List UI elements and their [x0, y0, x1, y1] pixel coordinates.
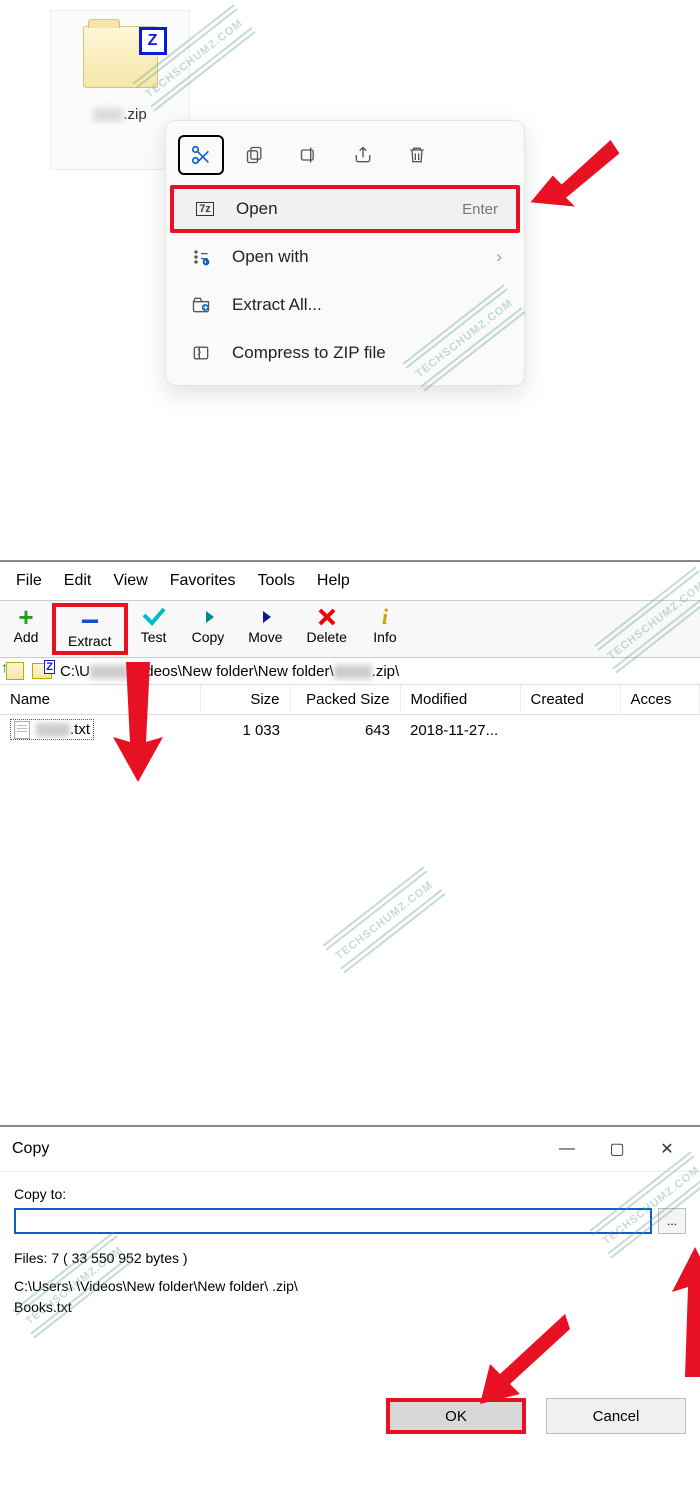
destination-input[interactable]: [14, 1208, 652, 1234]
menu-file[interactable]: File: [6, 568, 52, 594]
annotation-arrow-4: [480, 1314, 570, 1404]
copy-to-label: Copy to:: [14, 1186, 686, 1202]
col-modified[interactable]: Modified: [400, 685, 520, 715]
menu-extract-all[interactable]: Extract All...: [166, 281, 524, 329]
trash-icon: [407, 145, 427, 165]
annotation-arrow-2: [108, 662, 168, 782]
annotation-arrow-3: [670, 1247, 700, 1377]
menu-open-shortcut: Enter: [462, 201, 498, 218]
scissors-icon: [190, 144, 212, 166]
plus-icon: +: [12, 605, 40, 629]
file-area-empty: [0, 745, 700, 1125]
rename-button[interactable]: [286, 135, 332, 175]
files-summary: Files: 7 ( 33 550 952 bytes ): [14, 1250, 686, 1266]
share-button[interactable]: [340, 135, 386, 175]
col-access[interactable]: Acces: [620, 685, 700, 715]
menu-open-with-label: Open with: [232, 247, 309, 267]
cut-button[interactable]: [178, 135, 224, 175]
col-size[interactable]: Size: [200, 685, 290, 715]
minimize-button[interactable]: —: [546, 1135, 588, 1163]
address-bar: C:\U\Videos\New folder\New folder\.zip\: [0, 658, 700, 685]
col-created[interactable]: Created: [520, 685, 620, 715]
extract-icon: [188, 295, 214, 315]
menu-open[interactable]: 7z Open Enter: [170, 185, 520, 233]
folder-up-icon[interactable]: [6, 662, 24, 680]
chevron-right-icon: ›: [496, 247, 502, 267]
maximize-button[interactable]: ▢: [596, 1135, 638, 1163]
delete-button[interactable]: [394, 135, 440, 175]
zip-folder-icon: Z: [83, 26, 158, 88]
menu-help[interactable]: Help: [307, 568, 360, 594]
menu-compress-label: Compress to ZIP file: [232, 343, 386, 363]
dialog-titlebar: Copy — ▢ ✕: [0, 1127, 700, 1172]
toolbar-extract[interactable]: −Extract: [52, 603, 128, 655]
rename-icon: [299, 145, 319, 165]
toolbar-copy[interactable]: Copy: [180, 603, 237, 655]
toolbar-move[interactable]: Move: [236, 603, 294, 655]
annotation-arrow-1: [530, 140, 620, 220]
browse-button[interactable]: ...: [658, 1208, 686, 1234]
col-packed[interactable]: Packed Size: [290, 685, 400, 715]
copy-dialog: Copy — ▢ ✕ Copy to: ... Files: 7 ( 33 55…: [0, 1125, 700, 1454]
blurred-name: [93, 108, 123, 122]
file-path-list: C:\Users\ \Videos\New folder\New folder\…: [14, 1276, 686, 1318]
dialog-title: Copy: [12, 1140, 49, 1158]
file-name-label: .zip: [93, 106, 146, 123]
7zip-window: File Edit View Favorites Tools Help +Add…: [0, 560, 700, 1125]
compress-icon: [188, 343, 214, 363]
toolbar: +Add −Extract Test Copy Move Delete iInf…: [0, 600, 700, 658]
minus-icon: −: [76, 609, 104, 633]
share-icon: [353, 145, 373, 165]
menu-extract-label: Extract All...: [232, 295, 322, 315]
table-row[interactable]: .txt 1 033 643 2018-11-27...: [0, 715, 700, 746]
menu-bar: File Edit View Favorites Tools Help: [0, 562, 700, 600]
check-icon: [140, 605, 168, 629]
7z-icon: 7z: [192, 202, 218, 216]
copy-button[interactable]: [232, 135, 278, 175]
info-icon: i: [371, 605, 399, 629]
menu-tools[interactable]: Tools: [248, 568, 305, 594]
toolbar-add[interactable]: +Add: [0, 603, 52, 655]
copy-icon: [245, 145, 265, 165]
open-with-icon: [188, 247, 214, 267]
col-name[interactable]: Name: [0, 685, 200, 715]
arrow-right-teal-icon: [194, 605, 222, 629]
menu-view[interactable]: View: [103, 568, 157, 594]
toolbar-delete[interactable]: Delete: [295, 603, 359, 655]
folder-icon: [32, 663, 52, 679]
table-header-row: Name Size Packed Size Modified Created A…: [0, 685, 700, 715]
menu-favorites[interactable]: Favorites: [160, 568, 246, 594]
z-badge-icon: Z: [139, 27, 167, 55]
context-menu-panel: Z .zip 7z Open Enter Open with › Extract…: [0, 0, 700, 560]
toolbar-info[interactable]: iInfo: [359, 603, 411, 655]
arrow-right-blue-icon: [251, 605, 279, 629]
close-button[interactable]: ✕: [646, 1135, 688, 1163]
menu-open-label: Open: [236, 199, 278, 219]
menu-compress[interactable]: Compress to ZIP file: [166, 329, 524, 377]
txt-file-icon: [14, 721, 30, 739]
file-table: Name Size Packed Size Modified Created A…: [0, 685, 700, 745]
toolbar-test[interactable]: Test: [128, 603, 180, 655]
x-icon: [313, 605, 341, 629]
context-menu-toolbar: [166, 129, 524, 185]
context-menu: 7z Open Enter Open with › Extract All...…: [165, 120, 525, 386]
menu-open-with[interactable]: Open with ›: [166, 233, 524, 281]
menu-edit[interactable]: Edit: [54, 568, 102, 594]
